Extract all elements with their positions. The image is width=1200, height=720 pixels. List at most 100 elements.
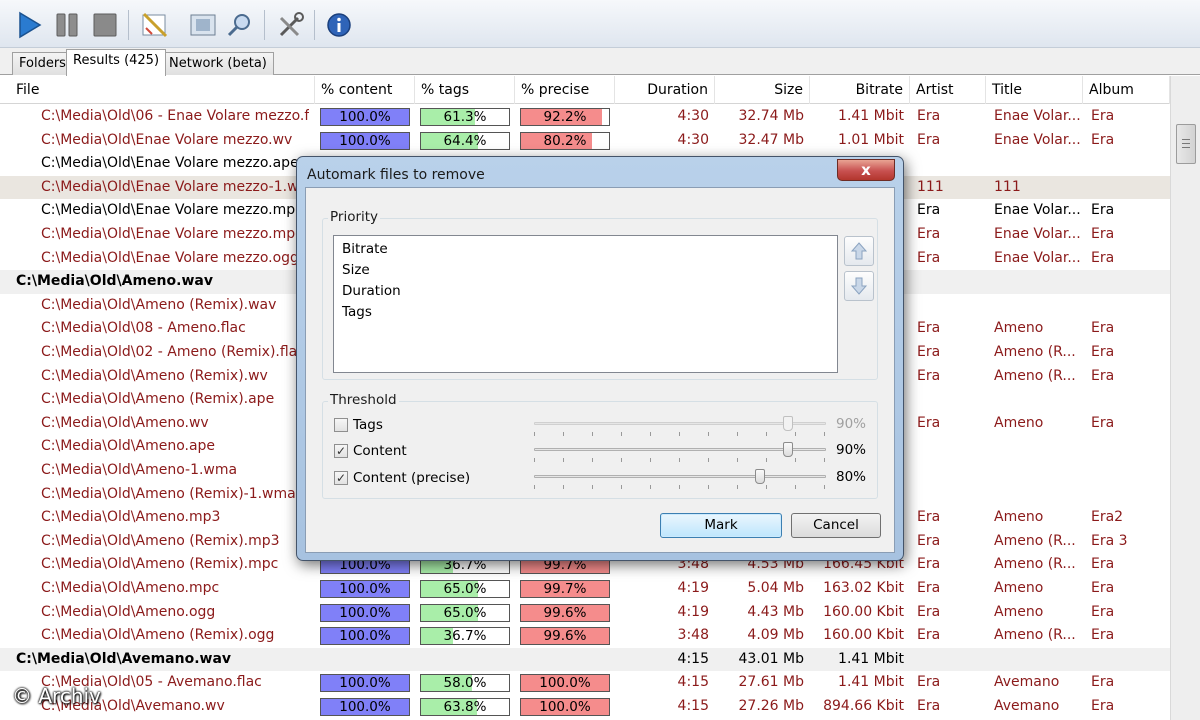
cell-artist: Era: [917, 674, 941, 691]
tab-network[interactable]: Network (beta): [162, 52, 274, 75]
cell-size: 4.43 Mb: [747, 603, 804, 620]
slider-tick: [563, 458, 564, 462]
cell-album: Era: [1091, 674, 1115, 691]
table-row[interactable]: C:\Media\Old\05 - Avemano.flac 100.0% 58.0…: [0, 671, 1170, 695]
column-header-album[interactable]: Album: [1083, 76, 1170, 104]
column-header-precise[interactable]: % precise: [515, 76, 615, 104]
cell-title: Avemano: [994, 698, 1060, 714]
column-header-file[interactable]: File: [10, 76, 315, 104]
priority-item-bitrate[interactable]: Bitrate: [342, 241, 388, 257]
tags-bar: 64.4%: [420, 131, 510, 150]
play-icon[interactable]: [12, 8, 46, 42]
cell-artist: Era: [917, 580, 941, 596]
column-header-bitrate[interactable]: Bitrate: [810, 76, 910, 104]
table-row[interactable]: C:\Media\Old\Ameno (Remix).ogg 100.0% 36.7…: [0, 624, 1170, 648]
table-row[interactable]: C:\Media\Old\Ameno.mpc 100.0% 65.0% 99.7% 4:…: [0, 577, 1170, 601]
content-bar-label: 100.0%: [339, 675, 391, 692]
pause-icon[interactable]: [50, 8, 84, 42]
group-row[interactable]: C:\Media\Old\Avemano.wav 4:15 43.01 Mb 1.41…: [0, 647, 1170, 672]
cell-bitrate: 163.02 Kbit: [823, 580, 904, 596]
slider-tick: [766, 485, 767, 489]
cell-album: Era: [1091, 320, 1115, 337]
table-row[interactable]: C:\Media\Old\06 - Enae Volare mezzo.fla 1…: [0, 105, 1170, 129]
priority-item-duration[interactable]: Duration: [342, 283, 401, 299]
move-down-button[interactable]: [844, 271, 874, 301]
column-header-size[interactable]: Size: [715, 76, 810, 104]
table-row[interactable]: C:\Media\Old\Ameno.ogg 100.0% 65.0% 99.6% 4:…: [0, 601, 1170, 625]
cell-file: C:\Media\Old\Ameno.mpc: [41, 580, 220, 596]
content-threshold-slider[interactable]: [534, 440, 826, 462]
tags-bar-label: 61.3%: [443, 109, 487, 125]
filmstrip-icon[interactable]: [186, 8, 220, 42]
column-header-content[interactable]: % content: [315, 76, 415, 104]
priority-item-size[interactable]: Size: [342, 262, 370, 278]
dialog-close-button[interactable]: x: [837, 159, 895, 181]
content-bar: 100.0%: [320, 580, 410, 598]
cell-title: Ameno: [994, 603, 1044, 620]
cell-size: 27.26 Mb: [738, 698, 805, 714]
slider-thumb[interactable]: [754, 469, 765, 484]
slider-tick: [534, 432, 535, 436]
scrollbar-thumb[interactable]: [1176, 124, 1196, 164]
slider-tick: [650, 458, 651, 462]
column-header-tags[interactable]: % tags: [415, 76, 515, 104]
precise-bar-label: 99.7%: [543, 581, 587, 597]
stop-icon[interactable]: [88, 8, 122, 42]
cell-file: C:\Media\Old\Ameno (Remix).mp3: [41, 532, 280, 549]
cell-file: C:\Media\Old\Enae Volare mezzo.ogg: [41, 249, 299, 266]
dialog-title: Automark files to remove: [307, 167, 485, 183]
precise-bar: 99.7%: [520, 580, 610, 598]
threshold-tags-row[interactable]: Tags: [334, 416, 383, 434]
tags-checkbox[interactable]: [334, 418, 348, 432]
priority-listbox[interactable]: Bitrate Size Duration Tags: [333, 235, 838, 373]
cell-duration: 4:15: [677, 674, 709, 691]
search-icon[interactable]: [222, 8, 256, 42]
cell-album: Era: [1091, 580, 1115, 596]
automark-icon[interactable]: [138, 8, 172, 42]
column-header-duration[interactable]: Duration: [615, 76, 715, 104]
cell-album: Era: [1091, 627, 1115, 644]
slider-tick: [679, 432, 680, 436]
cancel-button[interactable]: Cancel: [791, 513, 881, 538]
mark-button[interactable]: Mark: [660, 513, 782, 538]
column-header-title[interactable]: Title: [986, 76, 1083, 104]
slider-thumb[interactable]: [782, 442, 793, 457]
tags-bar: 58.0%: [420, 674, 510, 693]
slider-tick: [563, 485, 564, 489]
priority-item-tags[interactable]: Tags: [342, 304, 372, 320]
threshold-precise-row[interactable]: ✓ Content (precise): [334, 469, 470, 487]
slider-tick: [679, 485, 680, 489]
cell-artist: Era: [917, 627, 941, 644]
move-up-button[interactable]: [844, 236, 874, 266]
tags-checkbox-label: Tags: [353, 417, 383, 433]
cell-title: Avemano: [994, 674, 1060, 691]
cell-artist: 111: [917, 178, 944, 195]
precise-bar-label: 99.6%: [543, 604, 587, 621]
content-bar: 100.0%: [320, 627, 410, 646]
slider-tick: [650, 485, 651, 489]
column-header-artist[interactable]: Artist: [910, 76, 986, 104]
precise-bar: 100.0%: [520, 698, 610, 716]
tags-threshold-slider[interactable]: [534, 414, 826, 436]
table-row[interactable]: C:\Media\Old\Avemano.wv 100.0% 63.8% 100.0%…: [0, 695, 1170, 719]
precise-threshold-slider[interactable]: [534, 467, 826, 489]
slider-thumb[interactable]: [782, 416, 793, 431]
cell-album: Era: [1091, 344, 1115, 360]
threshold-content-row[interactable]: ✓ Content: [334, 442, 407, 460]
cell-file: C:\Media\Old\Ameno (Remix).ogg: [41, 627, 275, 644]
tags-bar: 65.0%: [420, 580, 510, 598]
slider-tick: [534, 485, 535, 489]
info-icon[interactable]: [322, 8, 356, 42]
cell-file: C:\Media\Old\Ameno.wav: [16, 273, 213, 290]
precise-checkbox[interactable]: ✓: [334, 471, 348, 485]
cell-title: 111: [994, 178, 1021, 195]
cell-title: Ameno (R...: [994, 627, 1076, 644]
table-row[interactable]: C:\Media\Old\Enae Volare mezzo.wv 100.0% 6…: [0, 129, 1170, 153]
tags-bar-label: 65.0%: [443, 604, 487, 621]
tools-icon[interactable]: [274, 8, 308, 42]
cell-duration: 3:48: [677, 627, 709, 644]
tab-results[interactable]: Results (425): [66, 49, 167, 76]
tab-folders[interactable]: Folders: [12, 52, 73, 75]
content-checkbox[interactable]: ✓: [334, 444, 348, 458]
vertical-scrollbar[interactable]: [1170, 76, 1200, 720]
